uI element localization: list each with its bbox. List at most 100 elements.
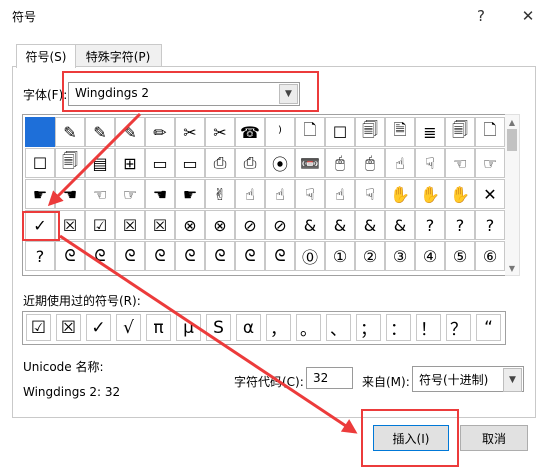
symbol-cell[interactable]: ☚ [55, 179, 85, 209]
symbol-cell[interactable]: ☝ [325, 179, 355, 209]
recent-symbol-cell[interactable]: ； [356, 314, 381, 341]
recent-symbol-cell[interactable]: α [236, 314, 261, 341]
symbol-cell[interactable]: ① [325, 241, 355, 271]
symbol-cell[interactable]: 🖱 [325, 148, 355, 178]
symbol-cell[interactable]: 🗎 [385, 117, 415, 147]
symbol-cell[interactable]: ≣ [415, 117, 445, 147]
chevron-down-icon[interactable]: ▼ [503, 368, 522, 392]
recent-symbol-cell[interactable]: ☒ [56, 314, 81, 341]
recent-symbol-cell[interactable]: 、 [326, 314, 351, 341]
symbol-cell[interactable]: 🗐 [445, 117, 475, 147]
symbol-cell[interactable]: ? [445, 210, 475, 240]
symbol-cell[interactable]: 🗋 [295, 117, 325, 147]
symbol-cell[interactable]: ☞ [475, 148, 505, 178]
symbol-cell[interactable]: ☒ [115, 210, 145, 240]
symbol-cell[interactable]: ⓪ [295, 241, 325, 271]
symbol-cell[interactable]: ⊞ [115, 148, 145, 178]
symbol-cell[interactable]: ☐ [25, 148, 55, 178]
symbol-cell[interactable]: ✂ [175, 117, 205, 147]
close-button[interactable]: ✕ [510, 0, 546, 32]
symbol-cell[interactable]: 🗐 [55, 148, 85, 178]
symbol-cell[interactable]: ✂ [205, 117, 235, 147]
grid-scrollbar[interactable]: ▲ ▼ [505, 114, 520, 276]
symbol-cell[interactable]: ⊘ [265, 210, 295, 240]
symbol-cell[interactable]: ☟ [415, 148, 445, 178]
symbol-cell[interactable]: ✏ [145, 117, 175, 147]
symbol-cell[interactable]: ✌ [205, 179, 235, 209]
symbol-cell[interactable]: ᘓ [175, 241, 205, 271]
symbol-cell[interactable]: ▭ [145, 148, 175, 178]
symbol-cell[interactable]: ☐ [325, 117, 355, 147]
scroll-thumb[interactable] [507, 129, 517, 151]
symbol-cell[interactable]: 🖱 [355, 148, 385, 178]
recent-symbol-cell[interactable]: ✓ [86, 314, 111, 341]
recent-symbol-cell[interactable]: ， [266, 314, 291, 341]
symbol-cell[interactable]: ✋ [415, 179, 445, 209]
symbol-cell[interactable]: ☜ [445, 148, 475, 178]
symbol-cell[interactable]: 🗋 [475, 117, 505, 147]
symbol-cell[interactable]: ③ [385, 241, 415, 271]
symbol-cell[interactable]: ? [25, 241, 55, 271]
recent-symbol-cell[interactable]: √ [116, 314, 141, 341]
symbol-cell[interactable]: ⑥ [475, 241, 505, 271]
symbol-cell[interactable]: ✋ [385, 179, 415, 209]
symbol-cell[interactable]: ☑ [85, 210, 115, 240]
symbol-cell[interactable]: ⦿ [265, 148, 295, 178]
symbol-cell[interactable]: ⊘ [235, 210, 265, 240]
symbol-cell[interactable]: ☛ [25, 179, 55, 209]
symbol-cell[interactable]: ⁾ [265, 117, 295, 147]
symbol-cell[interactable]: ⑤ [445, 241, 475, 271]
recent-symbol-cell[interactable]: ： [386, 314, 411, 341]
symbol-cell[interactable]: ✎ [55, 117, 85, 147]
symbol-cell[interactable]: & [295, 210, 325, 240]
symbol-cell[interactable] [25, 117, 55, 147]
tab-special-chars[interactable]: 特殊字符(P) [74, 44, 162, 67]
recent-symbol-cell[interactable]: ☑ [26, 314, 51, 341]
symbol-cell[interactable]: ☒ [145, 210, 175, 240]
symbol-cell[interactable]: & [325, 210, 355, 240]
symbol-cell[interactable]: ☎ [235, 117, 265, 147]
symbol-cell[interactable]: ☜ [85, 179, 115, 209]
symbol-cell[interactable]: & [385, 210, 415, 240]
symbol-cell[interactable]: ᘓ [145, 241, 175, 271]
recent-symbol-cell[interactable]: “ [476, 314, 501, 341]
symbol-cell[interactable]: ✎ [115, 117, 145, 147]
recent-symbol-cell[interactable]: μ [176, 314, 201, 341]
recent-symbol-cell[interactable]: 。 [296, 314, 321, 341]
recent-symbol-cell[interactable]: S [206, 314, 231, 341]
symbol-cell[interactable]: ? [475, 210, 505, 240]
help-button[interactable]: ? [463, 0, 499, 32]
symbol-cell[interactable]: ☛ [175, 179, 205, 209]
scroll-down-icon[interactable]: ▼ [505, 261, 519, 275]
symbol-cell[interactable]: ☟ [355, 179, 385, 209]
symbol-cell[interactable]: ᘓ [205, 241, 235, 271]
symbol-cell[interactable]: ▭ [175, 148, 205, 178]
recent-symbol-cell[interactable]: ？ [446, 314, 471, 341]
recent-symbol-cell[interactable]: π [146, 314, 171, 341]
symbol-cell[interactable]: ᘓ [55, 241, 85, 271]
symbol-cell[interactable]: ☝ [385, 148, 415, 178]
symbol-cell[interactable]: & [355, 210, 385, 240]
symbol-cell[interactable]: ☞ [115, 179, 145, 209]
symbol-cell[interactable]: ⎙ [235, 148, 265, 178]
symbol-cell[interactable]: ④ [415, 241, 445, 271]
tab-symbols[interactable]: 符号(S) [16, 44, 76, 68]
char-code-input[interactable]: 32 [306, 367, 353, 389]
symbol-cell[interactable]: ✋ [445, 179, 475, 209]
from-select[interactable]: 符号(十进制) ▼ [412, 366, 524, 392]
symbol-cell[interactable]: ✕ [475, 179, 505, 209]
symbol-cell[interactable]: ᘓ [235, 241, 265, 271]
symbol-cell[interactable]: ᘓ [85, 241, 115, 271]
symbol-cell[interactable]: ▤ [85, 148, 115, 178]
symbol-cell[interactable]: 📼 [295, 148, 325, 178]
scroll-up-icon[interactable]: ▲ [505, 115, 519, 129]
symbol-cell[interactable]: 🗐 [355, 117, 385, 147]
symbol-cell[interactable]: ⊗ [205, 210, 235, 240]
symbol-cell[interactable]: ☚ [145, 179, 175, 209]
symbol-cell[interactable]: ✎ [85, 117, 115, 147]
symbol-cell[interactable]: ᘓ [115, 241, 145, 271]
symbol-cell[interactable]: ☟ [295, 179, 325, 209]
symbol-cell[interactable]: ? [415, 210, 445, 240]
symbol-cell[interactable]: ⊗ [175, 210, 205, 240]
symbol-cell[interactable]: ⎙ [205, 148, 235, 178]
